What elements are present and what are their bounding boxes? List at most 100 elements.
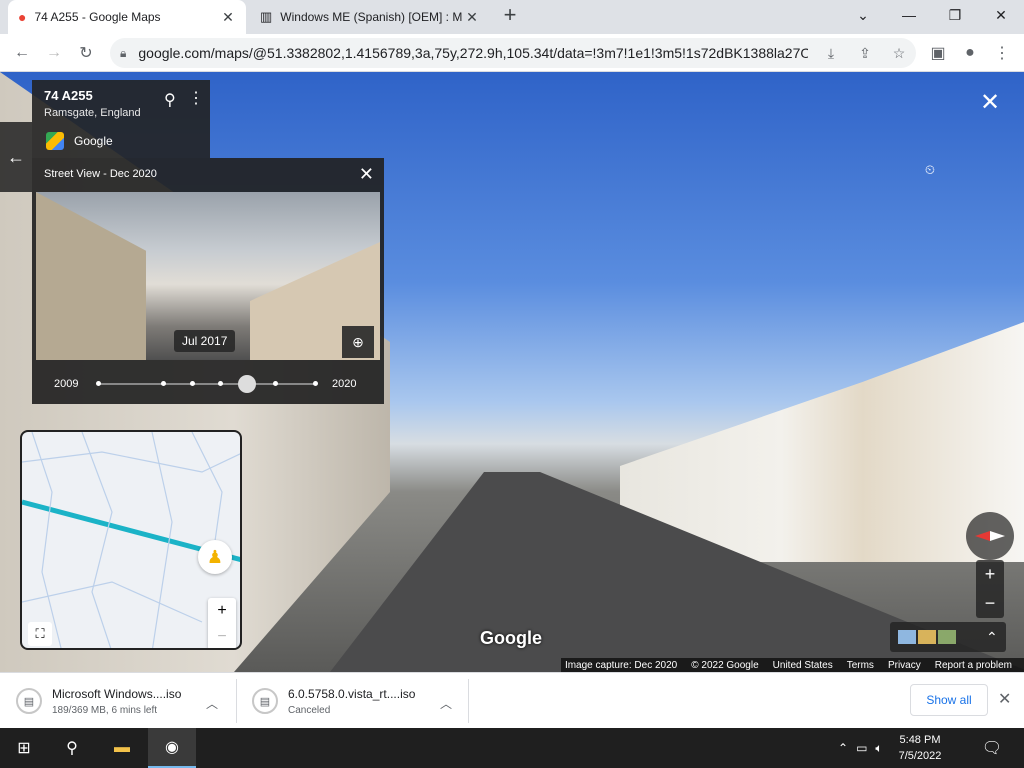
close-street-view-icon[interactable]: ✕ — [978, 91, 1002, 116]
divider — [236, 679, 237, 723]
minimap-zoom-in-button[interactable]: + — [208, 598, 236, 624]
new-tab-button[interactable]: + — [498, 4, 522, 28]
profile-avatar-icon[interactable]: ● — [956, 39, 984, 67]
panorama-building-right — [620, 322, 1024, 562]
timeline-slider[interactable]: 2009 2020 — [32, 368, 384, 398]
close-window-button[interactable]: ✕ — [978, 0, 1024, 30]
volume-icon[interactable]: 🔈︎ — [875, 741, 882, 756]
zoom-out-button[interactable]: − — [976, 589, 1004, 618]
file-progress-icon: ▤ — [16, 688, 42, 714]
place-info-card: 74 A255 Ramsgate, England ⚲ ⋮ Google — [32, 80, 210, 158]
minimize-button[interactable]: — — [886, 0, 932, 30]
zoom-in-button[interactable]: + — [976, 560, 1004, 589]
forward-button[interactable]: → — [40, 39, 68, 67]
image-source-label: Google — [74, 134, 113, 148]
expand-map-icon[interactable]: ⛶ — [28, 622, 52, 646]
timeline-header: ⏲ Street View - Dec 2020 ✕ — [32, 158, 935, 190]
tab-title: 74 A255 - Google Maps — [34, 10, 161, 24]
download-filename: Microsoft Windows....iso — [52, 686, 182, 701]
privacy-link[interactable]: Privacy — [888, 660, 921, 671]
chrome-taskbar-icon[interactable]: ◉ — [148, 728, 196, 768]
more-options-icon[interactable]: ⋮ — [188, 88, 204, 108]
download-options-chevron-icon[interactable]: ︿ — [440, 695, 452, 712]
timeline-slider-knob[interactable] — [238, 375, 256, 393]
download-item[interactable]: ▤ 6.0.5758.0.vista_rt....iso Canceled — [252, 679, 432, 723]
tab-windows-me[interactable]: ▥ Windows ME (Spanish) [OEM] : M ✕ — [250, 0, 490, 34]
imagery-thumbnails[interactable]: ⌃ — [890, 622, 1006, 652]
location-pin-icon[interactable]: ⚲ — [164, 90, 176, 110]
reload-button[interactable]: ↻ — [72, 39, 100, 67]
terms-link[interactable]: Terms — [847, 660, 874, 671]
show-all-downloads-button[interactable]: Show all — [910, 684, 988, 716]
divider — [468, 679, 469, 723]
timeline-dot[interactable] — [190, 381, 195, 386]
zoom-preview-icon[interactable]: ⊕ — [342, 326, 374, 358]
download-icon[interactable]: ⤓ — [822, 44, 840, 62]
timeline-dot[interactable] — [273, 381, 278, 386]
minimap[interactable]: ♟ + − ⛶ — [20, 430, 242, 650]
downloads-bar: ▤ Microsoft Windows....iso 189/369 MB, 6… — [0, 672, 1024, 728]
minimap-zoom-control: + − — [208, 598, 236, 648]
google-watermark: Google — [480, 628, 542, 648]
street-view-panorama[interactable]: ← 74 A255 Ramsgate, England ⚲ ⋮ Google ⏲… — [0, 72, 1024, 672]
timeline-dot[interactable] — [313, 381, 318, 386]
download-item[interactable]: ▤ Microsoft Windows....iso 189/369 MB, 6… — [16, 679, 206, 723]
download-options-chevron-icon[interactable]: ︿ — [206, 695, 218, 712]
archive-favicon-icon: ▥ — [260, 9, 273, 24]
thumbnail-terrain[interactable] — [938, 630, 956, 644]
timeline-start-year: 2009 — [54, 378, 79, 390]
timeline-track[interactable] — [98, 383, 316, 385]
bookmark-star-icon[interactable]: ☆ — [890, 44, 908, 62]
timeline-dot[interactable] — [218, 381, 223, 386]
share-icon[interactable]: ⇪ — [856, 44, 874, 62]
close-tab-icon[interactable]: ✕ — [220, 9, 236, 26]
google-maps-logo-icon — [46, 132, 64, 150]
zoom-control: + − — [976, 560, 1004, 618]
timeline-end-year: 2020 — [332, 378, 357, 390]
notifications-icon[interactable]: 🗨︎ — [968, 728, 1016, 768]
side-panel-icon[interactable]: ▣ — [924, 39, 952, 67]
clock-date: 7/5/2022 — [898, 750, 942, 762]
close-downloads-icon[interactable]: ✕ — [998, 689, 1011, 709]
thumbnail-photo[interactable] — [918, 630, 936, 644]
tab-google-maps[interactable]: ● 74 A255 - Google Maps ✕ — [8, 0, 246, 34]
browser-toolbar: ← → ↻ 🔒︎ google.com/maps/@51.3382802,1.4… — [0, 34, 1024, 72]
url-text: google.com/maps/@51.3382802,1.4156789,3a… — [138, 45, 809, 61]
search-icon[interactable]: ⚲ — [48, 728, 96, 768]
download-status: 189/369 MB, 6 mins left — [52, 704, 158, 716]
street-view-timeline-panel: ⏲ Street View - Dec 2020 ✕ Jul 2017 ⊕ 20… — [32, 158, 935, 404]
close-timeline-icon[interactable]: ✕ — [359, 164, 374, 185]
image-capture-date: Image capture: Dec 2020 — [564, 659, 678, 671]
download-filename: 6.0.5758.0.vista_rt....iso — [288, 686, 416, 701]
download-status: Canceled — [288, 704, 331, 716]
report-problem-link[interactable]: Report a problem — [935, 660, 1012, 671]
file-explorer-icon[interactable]: ▬ — [98, 728, 146, 768]
expand-thumbnails-icon[interactable]: ⌃ — [986, 629, 998, 646]
clock-time: 5:48 PM — [899, 734, 941, 746]
region-link[interactable]: United States — [773, 660, 833, 671]
timeline-dot[interactable] — [96, 381, 101, 386]
windows-start-icon[interactable]: ⊞ — [0, 728, 48, 768]
copyright-text: © 2022 Google — [691, 659, 759, 671]
thumbnail-satellite[interactable] — [898, 630, 916, 644]
minimap-zoom-out-button[interactable]: − — [208, 624, 236, 648]
restore-button[interactable]: ❐ — [932, 0, 978, 30]
show-hidden-icons-icon[interactable]: ⌃ — [838, 741, 848, 755]
compass-icon[interactable] — [966, 512, 1014, 560]
history-clock-icon[interactable]: ⏲ — [922, 162, 938, 178]
exit-street-view-back-icon[interactable]: ← — [0, 122, 32, 192]
maps-favicon-icon: ● — [18, 9, 27, 25]
file-icon: ▤ — [252, 688, 278, 714]
address-bar[interactable]: 🔒︎ google.com/maps/@51.3382802,1.4156789… — [110, 38, 916, 68]
close-tab-icon[interactable]: ✕ — [464, 9, 480, 26]
attribution-bar: Image capture: Dec 2020 © 2022 Google Un… — [560, 658, 1024, 672]
back-button[interactable]: ← — [8, 39, 36, 67]
pegman-icon[interactable]: ♟ — [198, 540, 232, 574]
menu-kebab-icon[interactable]: ⋮ — [988, 39, 1016, 67]
network-icon[interactable]: ▭ — [856, 741, 867, 755]
tab-title: Windows ME (Spanish) [OEM] : M — [280, 10, 463, 24]
system-tray: ⌃ ▭ 🔈︎ — [838, 728, 883, 768]
taskbar-clock[interactable]: 5:48 PM 7/5/2022 — [890, 732, 950, 764]
tab-search-icon[interactable]: ⌄ — [840, 0, 886, 30]
timeline-dot[interactable] — [161, 381, 166, 386]
